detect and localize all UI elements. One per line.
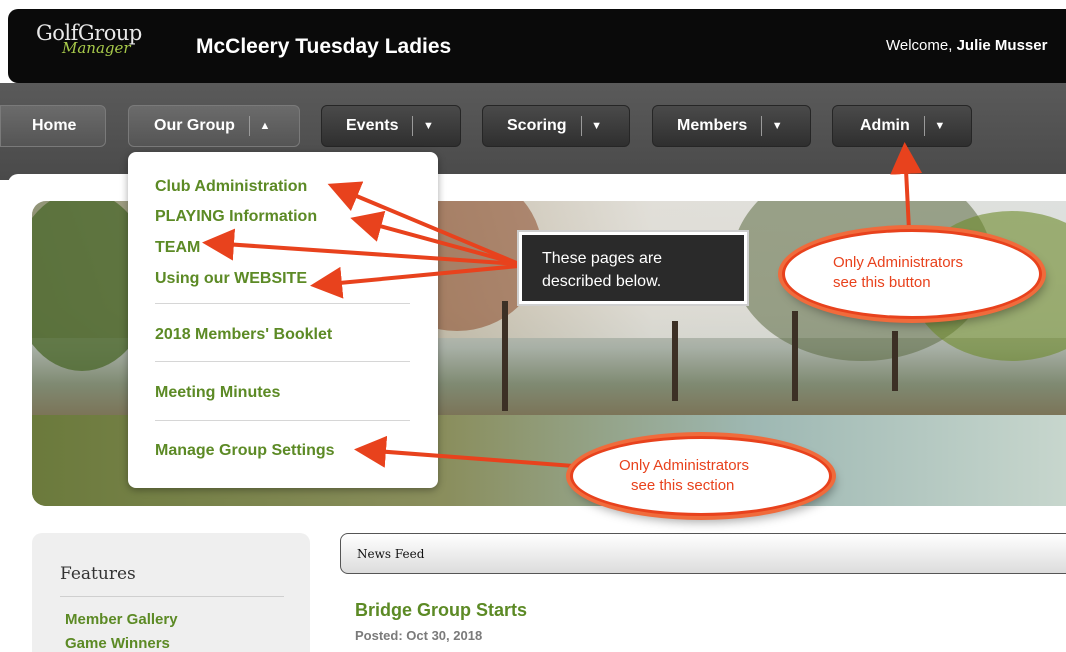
menu-item-team[interactable]: TEAM (155, 239, 200, 257)
nav-scoring-label: Scoring (507, 117, 567, 134)
menu-item-meeting-minutes[interactable]: Meeting Minutes (155, 384, 280, 402)
menu-divider (155, 303, 410, 304)
welcome-message: Welcome, Julie Musser (886, 37, 1047, 54)
callout-line-2: described below. (542, 273, 662, 290)
caret-up-icon[interactable]: ▲ (250, 120, 280, 132)
admin-section-callout: Only Administrators see this section (570, 436, 832, 516)
callout-line-1: These pages are (542, 250, 663, 267)
logo-sub-text: Manager (62, 39, 131, 57)
nav-members-button[interactable]: Members ▼ (652, 105, 811, 147)
our-group-dropdown: Club Administration PLAYING Information … (128, 152, 438, 488)
site-header: GolfGroup Manager McCleery Tuesday Ladie… (8, 9, 1066, 83)
user-name[interactable]: Julie Musser (957, 37, 1048, 54)
news-feed-label: News Feed (357, 547, 425, 561)
nav-members-label: Members (677, 117, 748, 134)
nav-our-group-label: Our Group (154, 117, 235, 134)
banner-trunk (792, 311, 798, 401)
admin-button-callout: Only Administrators see this button (782, 229, 1042, 319)
features-divider (60, 596, 284, 597)
menu-item-members-booklet[interactable]: 2018 Members' Booklet (155, 326, 332, 344)
caret-down-icon[interactable]: ▼ (925, 120, 955, 132)
nav-home-button[interactable]: Home (0, 105, 106, 147)
nav-home-label: Home (32, 117, 77, 134)
caret-down-icon[interactable]: ▼ (582, 120, 612, 132)
banner-trunk (892, 331, 898, 391)
menu-item-using-website[interactable]: Using our WEBSITE (155, 270, 307, 288)
callout-line-1: Only Administrators (619, 457, 750, 474)
callout-line-2: see this button (833, 274, 931, 291)
menu-item-playing-information[interactable]: PLAYING Information (155, 208, 317, 226)
caret-down-icon[interactable]: ▼ (762, 120, 792, 132)
callout-line-1: Only Administrators (833, 254, 964, 271)
nav-scoring-button[interactable]: Scoring ▼ (482, 105, 630, 147)
nav-admin-label: Admin (860, 117, 910, 134)
nav-admin-button[interactable]: Admin ▼ (832, 105, 972, 147)
post-date: Posted: Oct 30, 2018 (355, 628, 483, 643)
news-feed-header: News Feed (340, 533, 1066, 574)
banner-trunk (502, 301, 508, 411)
sidebar-link-game-winners[interactable]: Game Winners (65, 635, 170, 652)
pages-described-callout: These pages are described below. (517, 230, 749, 306)
group-title: McCleery Tuesday Ladies (196, 35, 452, 58)
nav-events-button[interactable]: Events ▼ (321, 105, 461, 147)
golfgroup-logo[interactable]: GolfGroup Manager (36, 21, 176, 71)
menu-divider (155, 420, 410, 421)
menu-item-club-administration[interactable]: Club Administration (155, 178, 307, 196)
banner-trunk (672, 321, 678, 401)
nav-events-label: Events (346, 117, 399, 134)
post-title[interactable]: Bridge Group Starts (355, 600, 527, 621)
nav-our-group-button[interactable]: Our Group ▲ (128, 105, 300, 147)
callout-line-2: see this section (631, 477, 735, 494)
caret-down-icon[interactable]: ▼ (413, 120, 443, 132)
features-title: Features (60, 564, 136, 584)
menu-item-manage-group-settings[interactable]: Manage Group Settings (155, 442, 335, 460)
sidebar-link-member-gallery[interactable]: Member Gallery (65, 611, 178, 628)
menu-divider (155, 361, 410, 362)
welcome-prefix: Welcome, (886, 37, 957, 54)
